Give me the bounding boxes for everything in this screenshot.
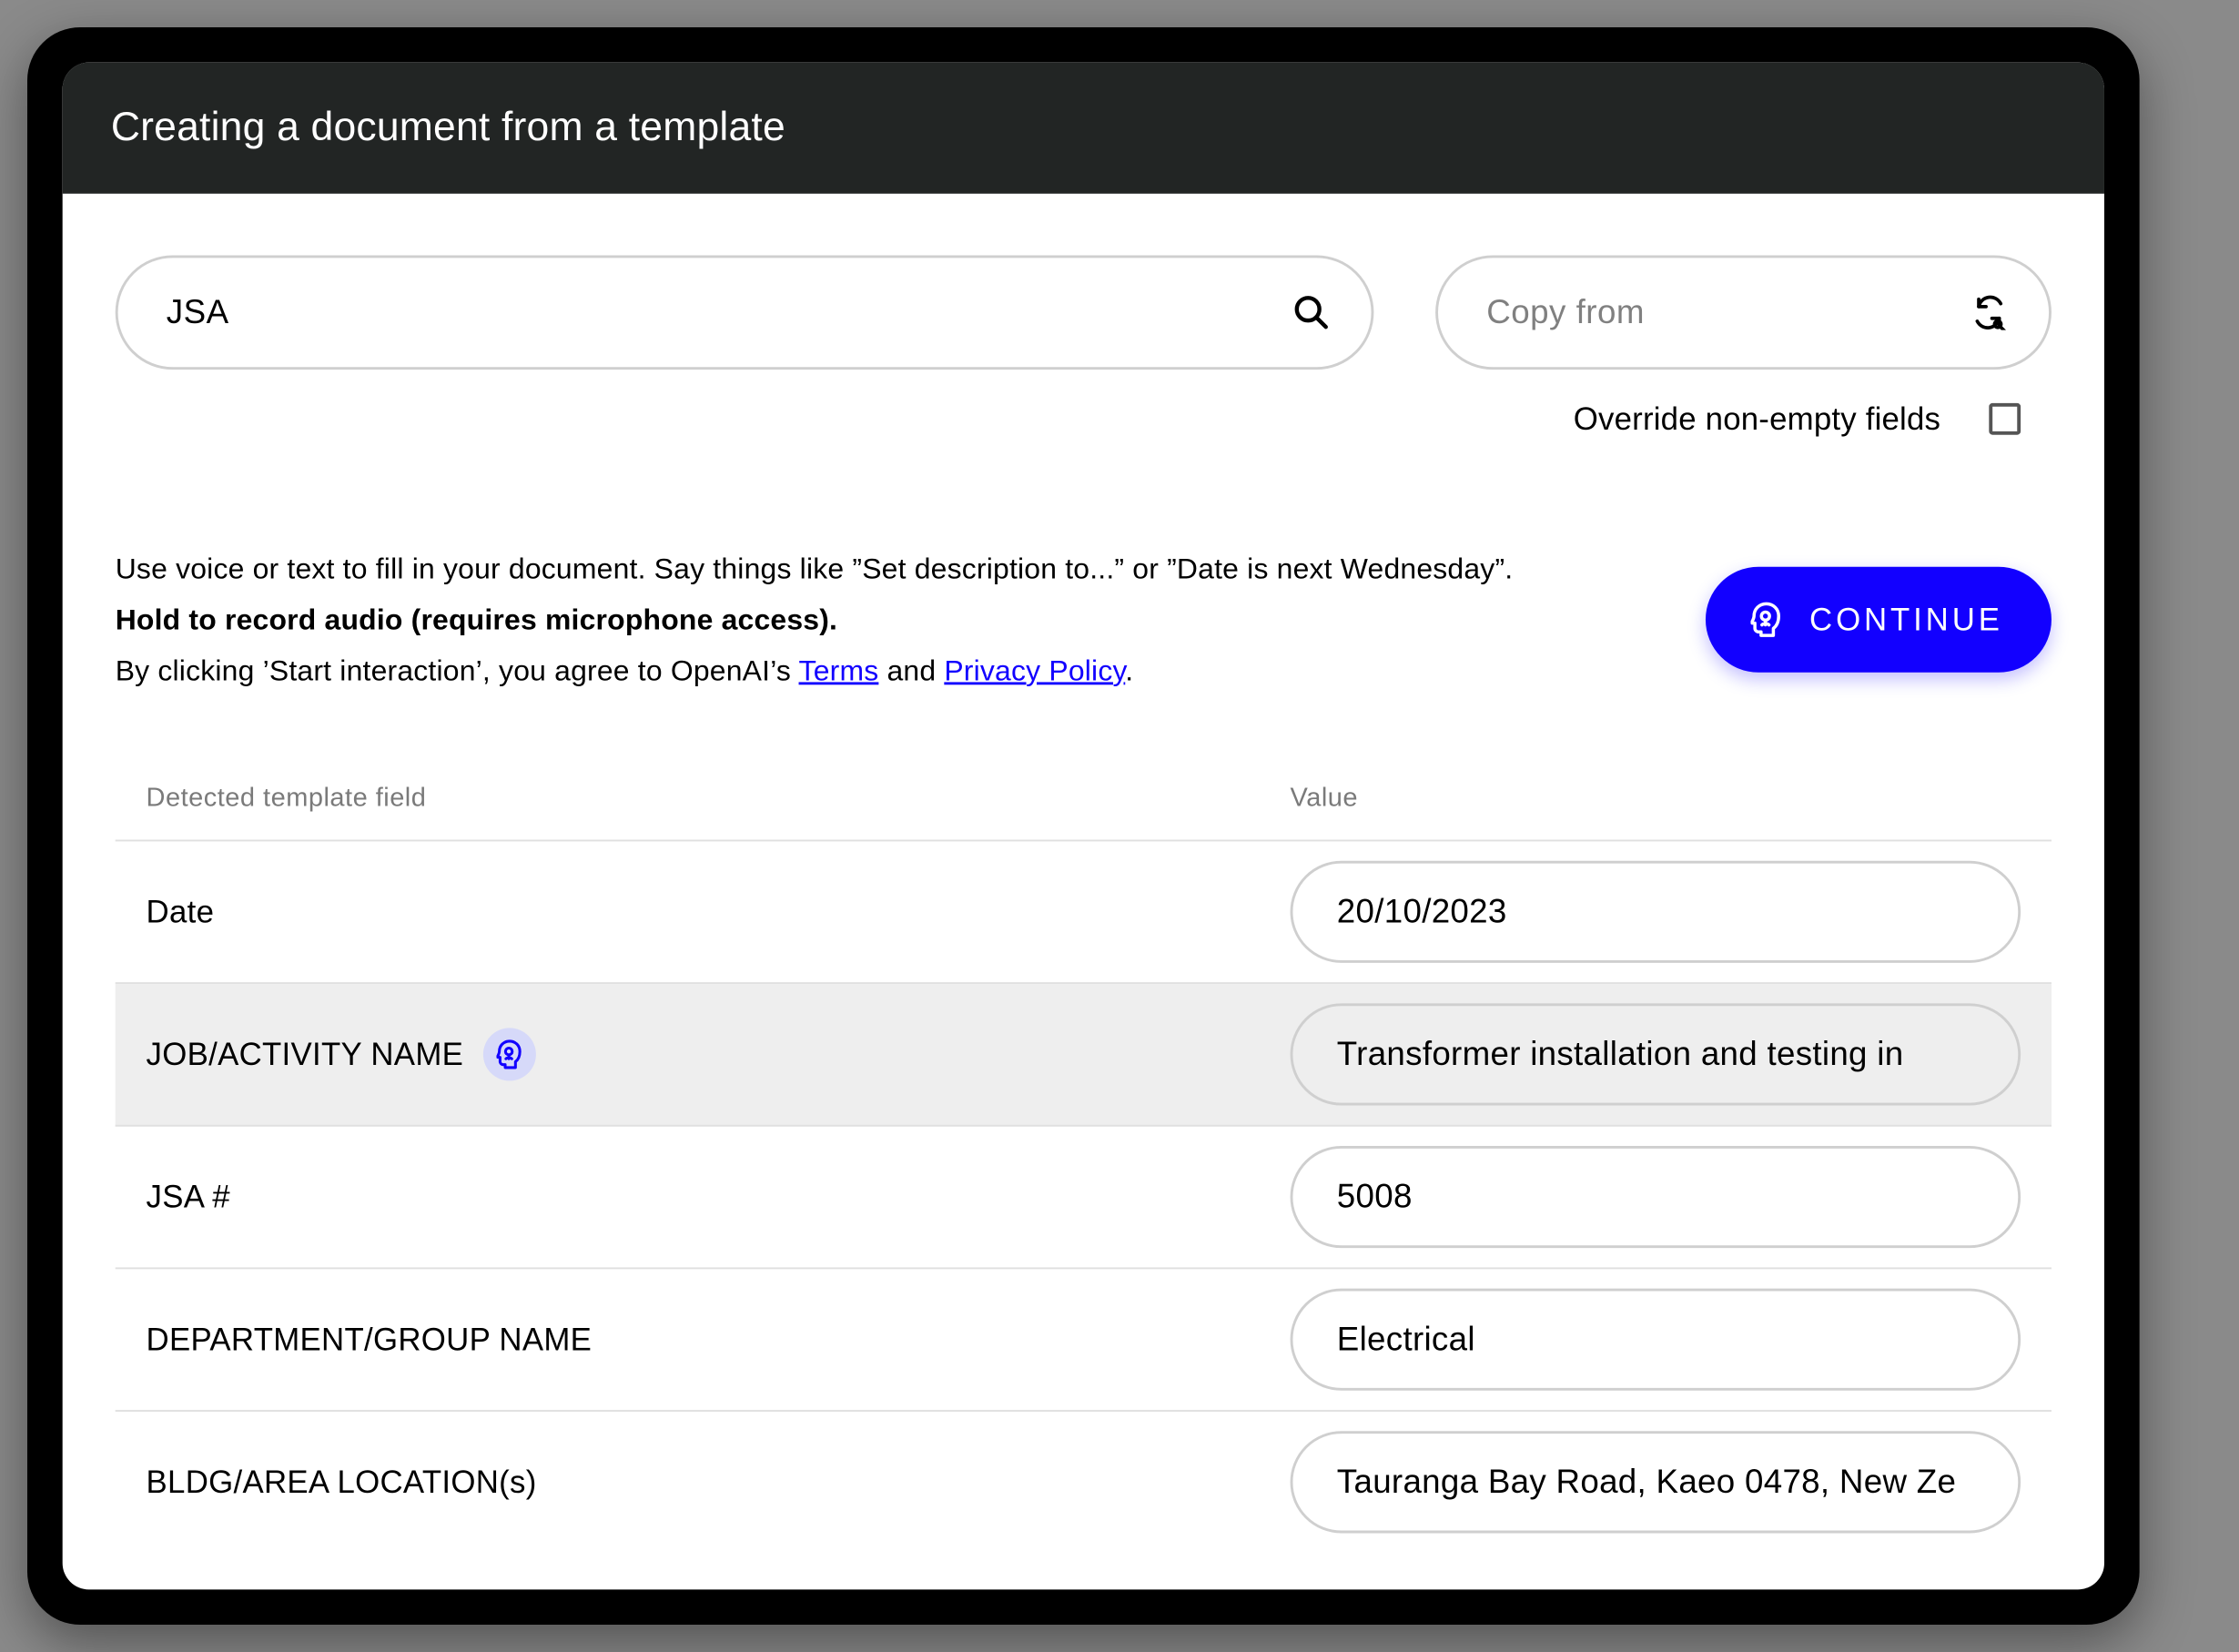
th-value: Value	[1291, 784, 2021, 814]
value-input-location[interactable]	[1337, 1464, 1974, 1502]
ai-head-icon	[1745, 598, 1787, 640]
instruction-line-3: By clicking ’Start interaction’, you agr…	[116, 644, 1653, 695]
instruction-line-2: Hold to record audio (requires microphon…	[116, 593, 1653, 644]
copy-from-field[interactable]	[1435, 255, 2052, 370]
instruction-and: and	[878, 654, 944, 686]
continue-label: CONTINUE	[1809, 601, 2003, 638]
swap-icon[interactable]	[1969, 292, 2009, 332]
table-row: Date	[116, 842, 2052, 985]
terms-link[interactable]: Terms	[799, 654, 879, 686]
value-input-job-activity[interactable]	[1337, 1036, 1974, 1074]
instructions-row: Use voice or text to fill in your docume…	[116, 543, 2052, 696]
instruction-suffix: .	[1125, 654, 1133, 686]
field-value-cell	[1291, 1004, 2021, 1106]
override-label: Override non-empty fields	[1574, 400, 1940, 438]
table-row: DEPARTMENT/GROUP NAME	[116, 1270, 2052, 1413]
table-row: JSA #	[116, 1127, 2052, 1270]
field-label: DEPARTMENT/GROUP NAME	[147, 1322, 1291, 1359]
field-label-text: DEPARTMENT/GROUP NAME	[147, 1322, 593, 1359]
value-input-wrapper[interactable]	[1291, 1289, 2021, 1391]
value-input-date[interactable]	[1337, 893, 1974, 931]
field-value-cell	[1291, 1432, 2021, 1534]
field-value-cell	[1291, 1146, 2021, 1248]
copy-from-input[interactable]	[1486, 294, 1969, 332]
search-icon[interactable]	[1292, 292, 1332, 332]
field-label-text: BLDG/AREA LOCATION(s)	[147, 1464, 537, 1501]
value-input-wrapper[interactable]	[1291, 1432, 2021, 1534]
ai-suggestion-badge[interactable]	[482, 1029, 535, 1081]
screen: Creating a document from a template	[63, 63, 2104, 1590]
field-label: JOB/ACTIVITY NAME	[147, 1029, 1291, 1081]
field-label-text: Date	[147, 894, 215, 931]
device-frame: Creating a document from a template	[27, 27, 2140, 1625]
search-row: Override non-empty fields	[116, 255, 2052, 437]
field-value-cell	[1291, 861, 2021, 963]
table-row: BLDG/AREA LOCATION(s)	[116, 1412, 2052, 1553]
privacy-link[interactable]: Privacy Policy	[944, 654, 1125, 686]
field-label: Date	[147, 894, 1291, 931]
table-row: JOB/ACTIVITY NAME	[116, 984, 2052, 1127]
copy-column: Override non-empty fields	[1435, 255, 2052, 437]
value-input-wrapper[interactable]	[1291, 1146, 2021, 1248]
field-label-text: JSA #	[147, 1179, 230, 1216]
value-input-wrapper[interactable]	[1291, 1004, 2021, 1106]
instruction-prefix: By clicking ’Start interaction’, you agr…	[116, 654, 799, 686]
instructions-text: Use voice or text to fill in your docume…	[116, 543, 1653, 696]
override-checkbox[interactable]	[1989, 403, 2021, 435]
field-label: BLDG/AREA LOCATION(s)	[147, 1464, 1291, 1501]
template-search-field[interactable]	[116, 255, 1374, 370]
value-input-wrapper[interactable]	[1291, 861, 2021, 963]
page-header: Creating a document from a template	[63, 63, 2104, 194]
th-field: Detected template field	[147, 784, 1291, 814]
override-row: Override non-empty fields	[1435, 400, 2052, 438]
value-input-department[interactable]	[1337, 1321, 1974, 1359]
fields-table: Detected template field Value Date	[116, 757, 2052, 1553]
search-column	[116, 255, 1374, 370]
field-label: JSA #	[147, 1179, 1291, 1216]
instruction-line-1: Use voice or text to fill in your docume…	[116, 543, 1653, 594]
value-input-jsa-number[interactable]	[1337, 1179, 1974, 1217]
template-search-input[interactable]	[167, 294, 1292, 332]
content-area: Override non-empty fields Use voice or t…	[63, 194, 2104, 1590]
table-header: Detected template field Value	[116, 757, 2052, 842]
field-label-text: JOB/ACTIVITY NAME	[147, 1036, 464, 1073]
continue-button[interactable]: CONTINUE	[1706, 566, 2052, 672]
field-value-cell	[1291, 1289, 2021, 1391]
page-title: Creating a document from a template	[111, 103, 785, 148]
